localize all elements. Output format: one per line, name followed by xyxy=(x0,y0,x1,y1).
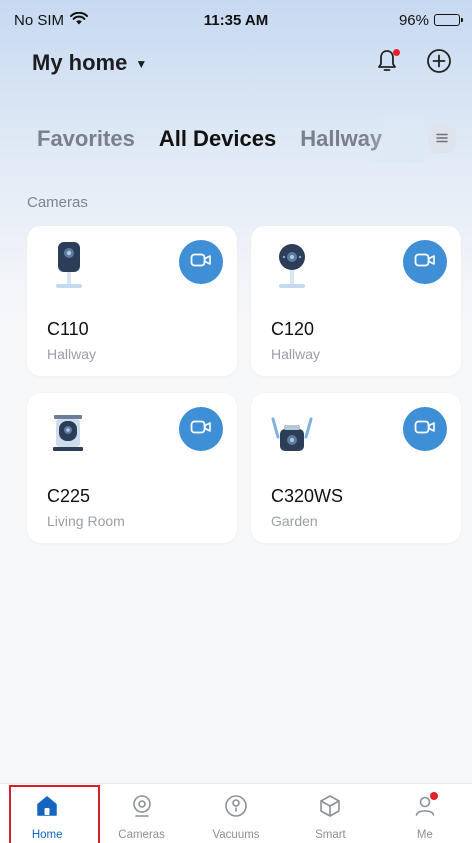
device-name: C320WS xyxy=(271,486,344,506)
device-room: Hallway xyxy=(271,346,321,362)
tabbar-me[interactable]: Me xyxy=(378,784,472,843)
notification-badge xyxy=(393,49,400,56)
me-badge xyxy=(429,792,438,800)
add-device-button[interactable] xyxy=(424,48,454,78)
home-selector[interactable]: My home ▼ xyxy=(32,50,147,76)
device-name: C120 xyxy=(271,319,315,339)
tabbar-smart[interactable]: Smart xyxy=(283,784,377,843)
home-title: My home xyxy=(32,50,128,75)
tabbar-label: Vacuums xyxy=(212,829,260,841)
live-view-button[interactable] xyxy=(179,240,223,284)
live-view-button[interactable] xyxy=(403,240,447,284)
live-view-button[interactable] xyxy=(403,407,447,451)
tabbar-cameras[interactable]: Cameras xyxy=(94,784,188,843)
tab-all-devices[interactable]: All Devices xyxy=(159,126,276,152)
camera-c120-icon xyxy=(269,240,315,294)
section-title: Cameras xyxy=(27,194,88,211)
video-camera-icon xyxy=(190,419,212,440)
status-right: 96% xyxy=(398,11,463,29)
video-camera-icon xyxy=(414,419,436,440)
live-view-button[interactable] xyxy=(179,407,223,451)
device-card-c120[interactable]: C120 Hallway xyxy=(251,226,461,376)
wifi-icon xyxy=(70,11,89,29)
camera-c110-icon xyxy=(45,240,91,294)
status-bar: No SIM 11:35 AM 96% xyxy=(0,0,472,40)
tabbar-label: Cameras xyxy=(118,829,165,841)
battery-icon xyxy=(434,14,463,26)
device-card-c110[interactable]: C110 Hallway xyxy=(27,226,237,376)
carrier-label: No SIM xyxy=(14,11,65,29)
tabs-fade xyxy=(364,116,424,162)
tabs-menu-button[interactable] xyxy=(428,125,456,153)
device-room: Garden xyxy=(271,513,318,529)
device-card-c320ws[interactable]: C320WS Garden xyxy=(251,393,461,543)
tab-favorites[interactable]: Favorites xyxy=(37,126,135,152)
home-icon xyxy=(35,794,59,823)
tabbar-home[interactable]: Home xyxy=(0,784,94,843)
device-room: Living Room xyxy=(47,513,125,529)
caret-down-icon: ▼ xyxy=(135,57,148,71)
room-tabs: Favorites All Devices Hallway xyxy=(0,116,472,162)
camera-c320ws-icon xyxy=(269,407,315,461)
bottom-tab-bar: Home Cameras Vacuums Smart Me xyxy=(0,783,472,843)
tabbar-label: Me xyxy=(416,829,433,841)
tabbar-label: Smart xyxy=(315,829,346,841)
header-actions xyxy=(372,48,454,78)
device-card-c225[interactable]: C225 Living Room xyxy=(27,393,237,543)
status-left: No SIM xyxy=(14,11,89,29)
notifications-button[interactable] xyxy=(372,48,402,78)
battery-percent: 96% xyxy=(398,11,429,29)
camera-c225-icon xyxy=(45,407,91,461)
device-room: Hallway xyxy=(47,346,97,362)
video-camera-icon xyxy=(190,252,212,273)
device-name: C110 xyxy=(47,319,89,339)
device-name: C225 xyxy=(47,486,91,506)
video-camera-icon xyxy=(414,252,436,273)
app-header: My home ▼ xyxy=(0,40,472,86)
tabbar-vacuums[interactable]: Vacuums xyxy=(189,784,283,843)
vacuum-icon xyxy=(224,794,248,823)
camera-icon xyxy=(130,794,154,823)
menu-icon xyxy=(436,130,448,148)
tabbar-label: Home xyxy=(31,829,63,841)
plus-circle-icon xyxy=(426,48,452,79)
smart-cube-icon xyxy=(318,794,342,823)
